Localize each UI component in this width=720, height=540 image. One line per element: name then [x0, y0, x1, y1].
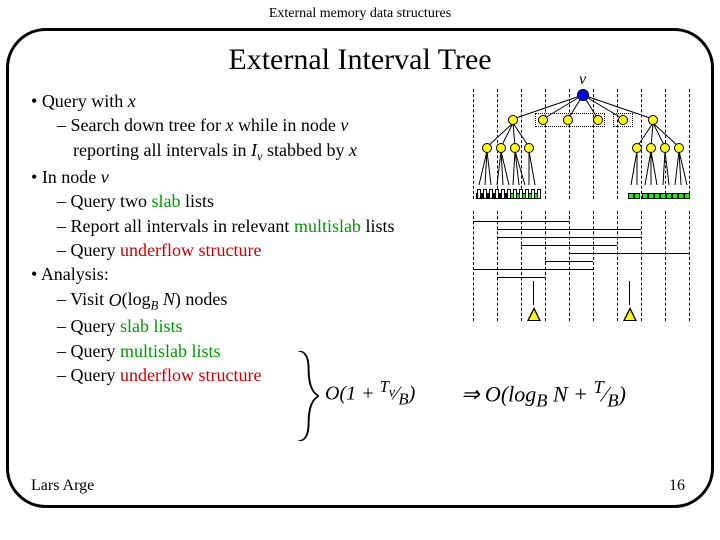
root-label: v	[579, 71, 586, 89]
formula-result: ⇒ O(logB N + T⁄B)	[461, 377, 626, 412]
content-line: reporting all intervals in Iv stabbed by…	[73, 138, 461, 166]
slide-frame: External Interval Tree Query with xSearc…	[6, 28, 714, 508]
content-line: Query multislab lists	[57, 339, 461, 363]
formula-per-node: O(1 + Tv⁄B)	[325, 377, 415, 410]
slide-title: External Interval Tree	[9, 43, 711, 77]
intervals-diagram	[473, 211, 693, 321]
content-line: Query with x	[31, 89, 461, 113]
curly-brace-icon	[293, 351, 319, 441]
content-line: Report all intervals in relevant multisl…	[57, 214, 461, 238]
tree-diagram: v	[473, 89, 693, 199]
content-line: Search down tree for x while in node v	[57, 113, 461, 137]
content-line: Query underflow structure	[57, 238, 461, 262]
content-line: Visit O(logB N) nodes	[57, 287, 461, 315]
content-line: Query slab lists	[57, 314, 461, 338]
footer-page-number: 16	[669, 477, 685, 495]
header-text: External memory data structures	[0, 0, 720, 24]
content-line: In node v	[31, 165, 461, 189]
content-line: Analysis:	[31, 262, 461, 286]
content-line: Query two slab lists	[57, 189, 461, 213]
footer-author: Lars Arge	[31, 477, 94, 495]
content-body: Query with xSearch down tree for x while…	[31, 89, 461, 387]
